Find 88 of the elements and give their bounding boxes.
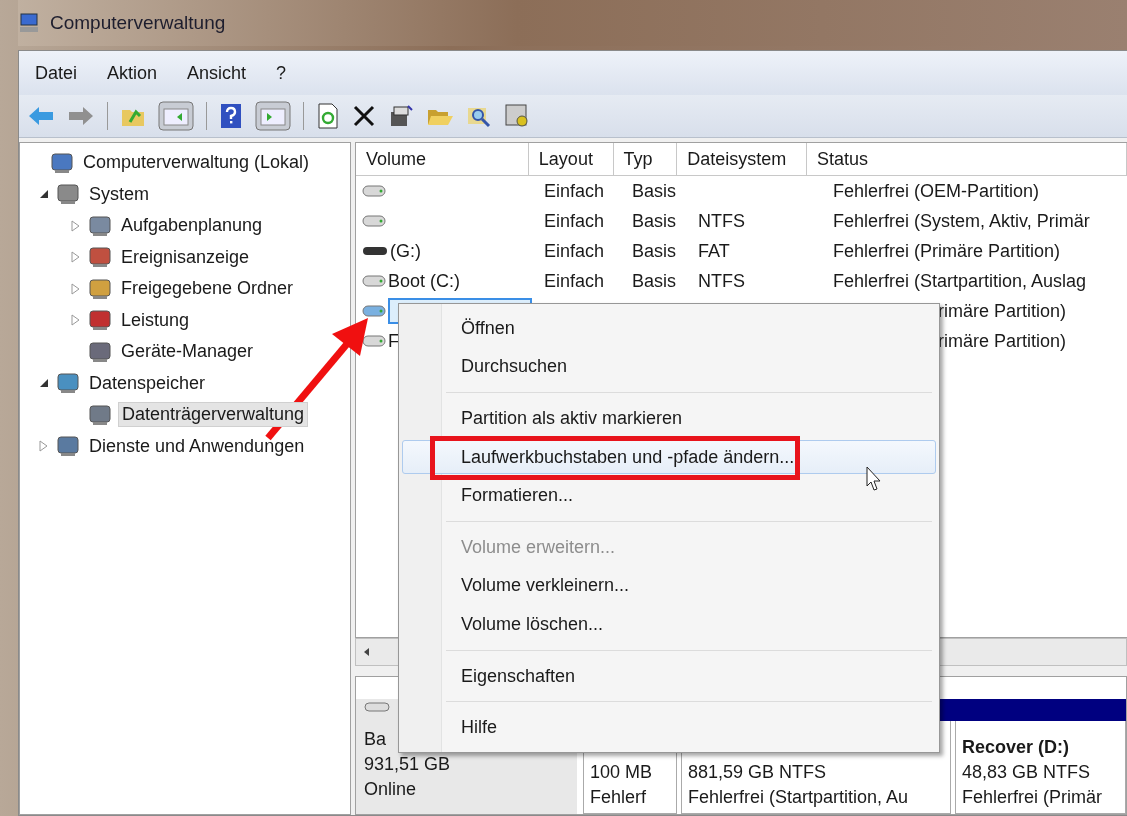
volume-name: F bbox=[388, 330, 399, 352]
panel-icon[interactable] bbox=[158, 101, 194, 131]
node-icon bbox=[56, 434, 80, 459]
tree-item[interactable]: Datenträgerverwaltung bbox=[118, 402, 309, 428]
gear-panel-icon[interactable] bbox=[504, 103, 530, 129]
partition-status: Fehlerf bbox=[590, 786, 647, 809]
expanded-arrow-icon[interactable] bbox=[39, 189, 49, 200]
column-header[interactable]: Dateisystem bbox=[677, 143, 807, 175]
collapsed-arrow-icon[interactable] bbox=[71, 314, 81, 327]
column-header[interactable]: Volume bbox=[356, 143, 529, 175]
volume-name: (G:) bbox=[390, 240, 421, 262]
table-cell: Basis bbox=[632, 210, 676, 232]
context-menu-item[interactable]: Partition als aktiv markieren bbox=[402, 401, 936, 436]
context-menu-item[interactable]: Eigenschaften bbox=[402, 658, 936, 694]
panel-icon[interactable] bbox=[255, 101, 291, 131]
delete-icon[interactable] bbox=[352, 104, 376, 128]
context-menu-item[interactable]: Laufwerkbuchstaben und -pfade ändern... bbox=[402, 439, 936, 475]
table-cell: Fehlerfrei (System, Aktiv, Primär bbox=[833, 210, 1090, 232]
column-header[interactable]: Typ bbox=[613, 143, 678, 175]
table-cell: Fehlerfrei (OEM-Partition) bbox=[833, 180, 1040, 202]
collapsed-arrow-icon[interactable] bbox=[71, 219, 81, 232]
back-arrow-icon[interactable] bbox=[27, 104, 55, 128]
node-icon bbox=[50, 150, 74, 175]
partition-block[interactable]: Recover (D:) 48,83 GB NTFS Fehlerfrei (Primär bbox=[955, 721, 1126, 814]
table-cell: Fehlerfrei (Primäre Partition) bbox=[833, 240, 1061, 262]
table-cell: Einfach bbox=[544, 210, 605, 232]
tree-item[interactable]: Freigegebene Ordner bbox=[118, 277, 297, 301]
tree-item[interactable]: Dienste und Anwendungen bbox=[86, 434, 308, 458]
partition-size: 100 MB bbox=[590, 761, 653, 784]
tree-item[interactable]: Ereignisanzeige bbox=[118, 245, 253, 269]
table-cell: NTFS bbox=[698, 270, 745, 292]
table-cell: NTFS bbox=[698, 210, 745, 232]
computer-icon bbox=[18, 12, 40, 34]
partition-status: Fehlerfrei (Startpartition, Au bbox=[688, 786, 909, 809]
partition-title: Recover (D:) bbox=[962, 737, 1070, 757]
column-header[interactable]: Layout bbox=[528, 143, 614, 175]
table-cell: rimäre Partition) bbox=[938, 300, 1067, 322]
expanded-arrow-icon[interactable] bbox=[39, 378, 49, 389]
table-cell: Basis bbox=[632, 180, 676, 202]
properties-icon[interactable] bbox=[388, 104, 414, 128]
window-title: Computerverwaltung bbox=[50, 12, 226, 34]
tree-item[interactable]: Geräte-Manager bbox=[118, 340, 257, 364]
disk-name: Ba bbox=[364, 728, 387, 751]
disk-state: Online bbox=[364, 778, 417, 801]
context-menu-item[interactable]: Formatieren... bbox=[402, 478, 936, 513]
tree-item[interactable]: Aufgabenplanung bbox=[118, 214, 266, 238]
table-cell: Fehlerfrei (Startpartition, Auslag bbox=[833, 270, 1087, 292]
node-icon bbox=[88, 402, 112, 427]
context-menu-item[interactable]: Volume verkleinern... bbox=[402, 568, 936, 604]
table-cell: rimäre Partition) bbox=[938, 330, 1067, 352]
column-header[interactable]: Status bbox=[807, 143, 1127, 175]
node-icon bbox=[88, 339, 112, 364]
node-icon bbox=[88, 276, 112, 301]
menu-item[interactable]: ? bbox=[276, 60, 287, 86]
collapsed-arrow-icon[interactable] bbox=[39, 440, 49, 453]
forward-arrow-icon[interactable] bbox=[67, 104, 95, 128]
table-cell: Basis bbox=[632, 270, 676, 292]
tree-item[interactable]: Datenspeicher bbox=[86, 371, 209, 395]
volume-name: Boot (C:) bbox=[388, 270, 461, 292]
collapsed-arrow-icon[interactable] bbox=[71, 251, 81, 264]
menu-item[interactable]: Ansicht bbox=[187, 60, 247, 86]
node-icon bbox=[56, 371, 80, 396]
context-menu-item[interactable]: Öffnen bbox=[402, 311, 936, 346]
mouse-cursor-icon bbox=[866, 466, 884, 492]
context-menu-item[interactable]: Volume löschen... bbox=[402, 607, 936, 642]
menu-item[interactable]: Aktion bbox=[107, 60, 158, 86]
node-icon bbox=[56, 182, 80, 207]
table-cell: Einfach bbox=[544, 270, 605, 292]
node-icon bbox=[88, 245, 112, 270]
table-cell: FAT bbox=[698, 240, 730, 262]
refresh-icon[interactable] bbox=[316, 103, 340, 129]
partition-size: 48,83 GB NTFS bbox=[962, 761, 1091, 784]
node-icon bbox=[88, 213, 112, 238]
table-cell: Einfach bbox=[544, 180, 605, 202]
disk-size: 931,51 GB bbox=[364, 753, 451, 776]
tree-item[interactable]: System bbox=[86, 182, 152, 206]
tree-item[interactable]: Leistung bbox=[118, 308, 193, 332]
partition-status: Fehlerfrei (Primär bbox=[962, 786, 1103, 809]
help-icon[interactable] bbox=[219, 103, 243, 129]
scroll-left-icon[interactable] bbox=[362, 647, 372, 657]
tree-item[interactable]: Computerverwaltung (Lokal) bbox=[80, 151, 313, 175]
table-cell: Basis bbox=[632, 240, 676, 262]
collapsed-arrow-icon[interactable] bbox=[71, 282, 81, 295]
menu-item[interactable]: Datei bbox=[35, 60, 78, 86]
node-icon bbox=[88, 308, 112, 333]
partition-size: 881,59 GB NTFS bbox=[688, 761, 827, 784]
context-menu-item[interactable]: Durchsuchen bbox=[402, 349, 936, 385]
table-cell: Einfach bbox=[544, 240, 605, 262]
